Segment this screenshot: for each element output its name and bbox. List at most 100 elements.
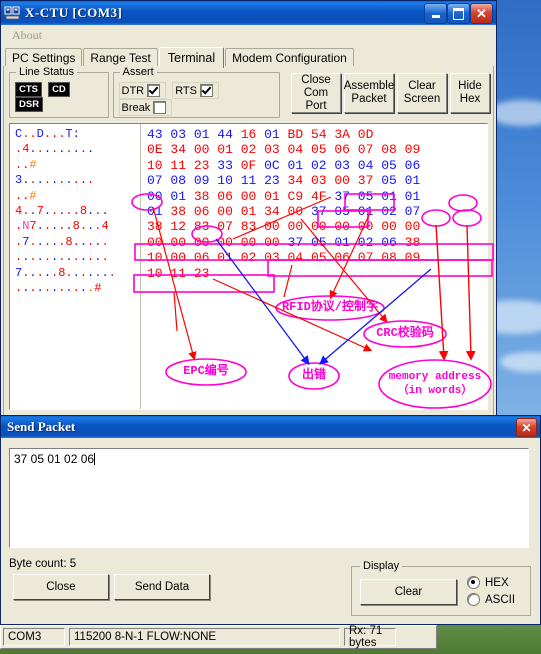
hex-byte: 0D [357, 127, 374, 142]
hex-byte: 05 [310, 250, 327, 266]
hex-byte: 07 [147, 173, 163, 189]
hex-byte: 02 [310, 157, 327, 173]
hex-byte: 83 [240, 219, 257, 235]
tab-range-test[interactable]: Range Test [83, 48, 158, 67]
hex-byte: 06 [334, 250, 350, 266]
radio-ascii[interactable]: ASCII [467, 593, 515, 606]
led-cd: CD [48, 82, 70, 97]
hex-byte: 37 [310, 204, 327, 220]
hide-hex-button[interactable]: Hide Hex [450, 73, 490, 113]
minimize-icon [431, 15, 440, 18]
send-data-button[interactable]: Send Data [114, 574, 210, 600]
assert-rts-checkbox[interactable] [200, 84, 213, 97]
status-port: COM3 [3, 628, 65, 646]
tab-pc-settings[interactable]: PC Settings [5, 48, 83, 67]
assert-dtr-checkbox[interactable] [147, 84, 161, 97]
tab-strip: PC Settings Range Test Terminal Modem Co… [1, 46, 496, 68]
hex-byte: 0E [147, 142, 163, 158]
hex-byte: 00 [310, 219, 327, 235]
hex-byte: 00 [240, 234, 257, 250]
hex-byte: 4F [310, 188, 327, 204]
ascii-line: .N7.....8...4 [15, 219, 109, 234]
minimize-button[interactable] [424, 3, 447, 24]
maximize-button[interactable] [447, 3, 470, 24]
hex-byte: 06 [193, 250, 210, 266]
hex-byte: 09 [193, 173, 210, 189]
send-packet-dialog: Send Packet ✕ 37 05 01 02 06 Byte count:… [0, 415, 541, 625]
clear-screen-button[interactable]: Clear Screen [397, 73, 447, 113]
hex-byte: 08 [381, 250, 397, 266]
hex-byte: 00 [217, 234, 233, 250]
hex-byte: 04 [287, 142, 304, 158]
window-title: X-CTU [COM3] [25, 5, 123, 20]
assert-dtr[interactable]: DTR [118, 82, 167, 99]
close-com-port-button[interactable]: Close Com Port [291, 73, 341, 113]
byte-count-label: Byte count: 5 [9, 558, 77, 570]
display-legend: Display [360, 560, 403, 572]
hex-byte: 00 [147, 234, 163, 250]
status-bar: COM3 115200 8-N-1 FLOW:NONE Rx: 71 bytes [0, 625, 437, 649]
clear-screen-line2: Screen [403, 93, 441, 105]
hex-byte: 03 [264, 142, 280, 158]
menu-item-about[interactable]: About [7, 27, 47, 44]
assert-break[interactable]: Break [118, 99, 173, 116]
hex-byte: 38 [404, 234, 421, 250]
hex-byte: 00 [193, 234, 210, 250]
close-com-port-line1: Close [301, 73, 331, 86]
clear-button[interactable]: Clear [360, 579, 457, 605]
assemble-packet-button[interactable]: Assemble Packet [344, 73, 394, 113]
hex-byte: 09 [404, 250, 421, 266]
hex-byte: 11 [240, 173, 257, 189]
hex-byte: 04 [287, 250, 304, 266]
ascii-line: C..D...T: [15, 127, 80, 141]
assert-group: Assert DTR RTS Break [112, 66, 280, 118]
radio-ascii-label: ASCII [485, 593, 516, 606]
hex-byte: 33 [217, 157, 233, 173]
terminal-output[interactable]: C..D...T: .4......... ..# 3.......... ..# 4..… [9, 123, 488, 410]
ascii-line: 7.....8....... [15, 265, 116, 280]
hex-byte: 07 [217, 219, 233, 235]
hex-byte: BD [287, 127, 304, 142]
hex-byte: 83 [193, 219, 210, 235]
hex-byte: 00 [193, 142, 210, 158]
annotation-error-label: 出错 [301, 368, 326, 382]
hex-byte: 10 [147, 157, 163, 173]
hex-byte: 38 [170, 204, 187, 220]
annotation-epc-label: EPC编号 [183, 364, 229, 378]
hex-byte: 05 [381, 173, 397, 189]
hex-byte: 00 [287, 219, 304, 235]
packet-input[interactable]: 37 05 01 02 06 [9, 448, 529, 548]
annotation-memaddr-label-1: memory address [388, 371, 482, 383]
dialog-titlebar[interactable]: Send Packet ✕ [1, 416, 540, 438]
window-titlebar[interactable]: X-CTU [COM3] ✕ [1, 1, 496, 25]
hex-byte: 38 [193, 188, 210, 204]
ascii-column: C..D...T: .4......... ..# 3.......... ..# 4..… [10, 124, 140, 409]
close-button[interactable]: ✕ [470, 3, 493, 24]
hex-byte: 02 [240, 142, 257, 158]
hex-byte: 12 [170, 219, 187, 235]
main-window: X-CTU [COM3] ✕ About PC Settings Range T… [0, 0, 497, 420]
hex-byte: 00 [217, 204, 233, 220]
hex-byte: 23 [193, 265, 210, 281]
assert-dtr-label: DTR [121, 84, 145, 97]
hex-byte: 54 [310, 127, 327, 142]
hex-byte: 00 [381, 219, 397, 235]
hex-byte: 10 [147, 250, 163, 266]
radio-ascii-indicator[interactable] [467, 593, 480, 606]
hex-byte: 03 [170, 127, 187, 142]
assert-break-checkbox[interactable] [153, 101, 167, 114]
dialog-close-button[interactable]: ✕ [516, 418, 537, 437]
hex-byte: 03 [310, 173, 327, 189]
assert-rts[interactable]: RTS [172, 82, 219, 99]
tab-terminal[interactable]: Terminal [158, 47, 225, 68]
clear-screen-line1: Clear [408, 80, 436, 92]
hex-byte: 10 [217, 173, 233, 189]
radio-hex[interactable]: HEX [467, 576, 509, 589]
hex-byte: 05 [310, 142, 327, 158]
dialog-close-action-button[interactable]: Close [13, 574, 109, 600]
hex-byte: 05 [310, 234, 327, 250]
hex-byte: 08 [170, 173, 187, 189]
tab-modem-configuration[interactable]: Modem Configuration [225, 48, 354, 67]
hex-byte: 01 [357, 204, 374, 220]
radio-hex-indicator[interactable] [467, 576, 480, 589]
